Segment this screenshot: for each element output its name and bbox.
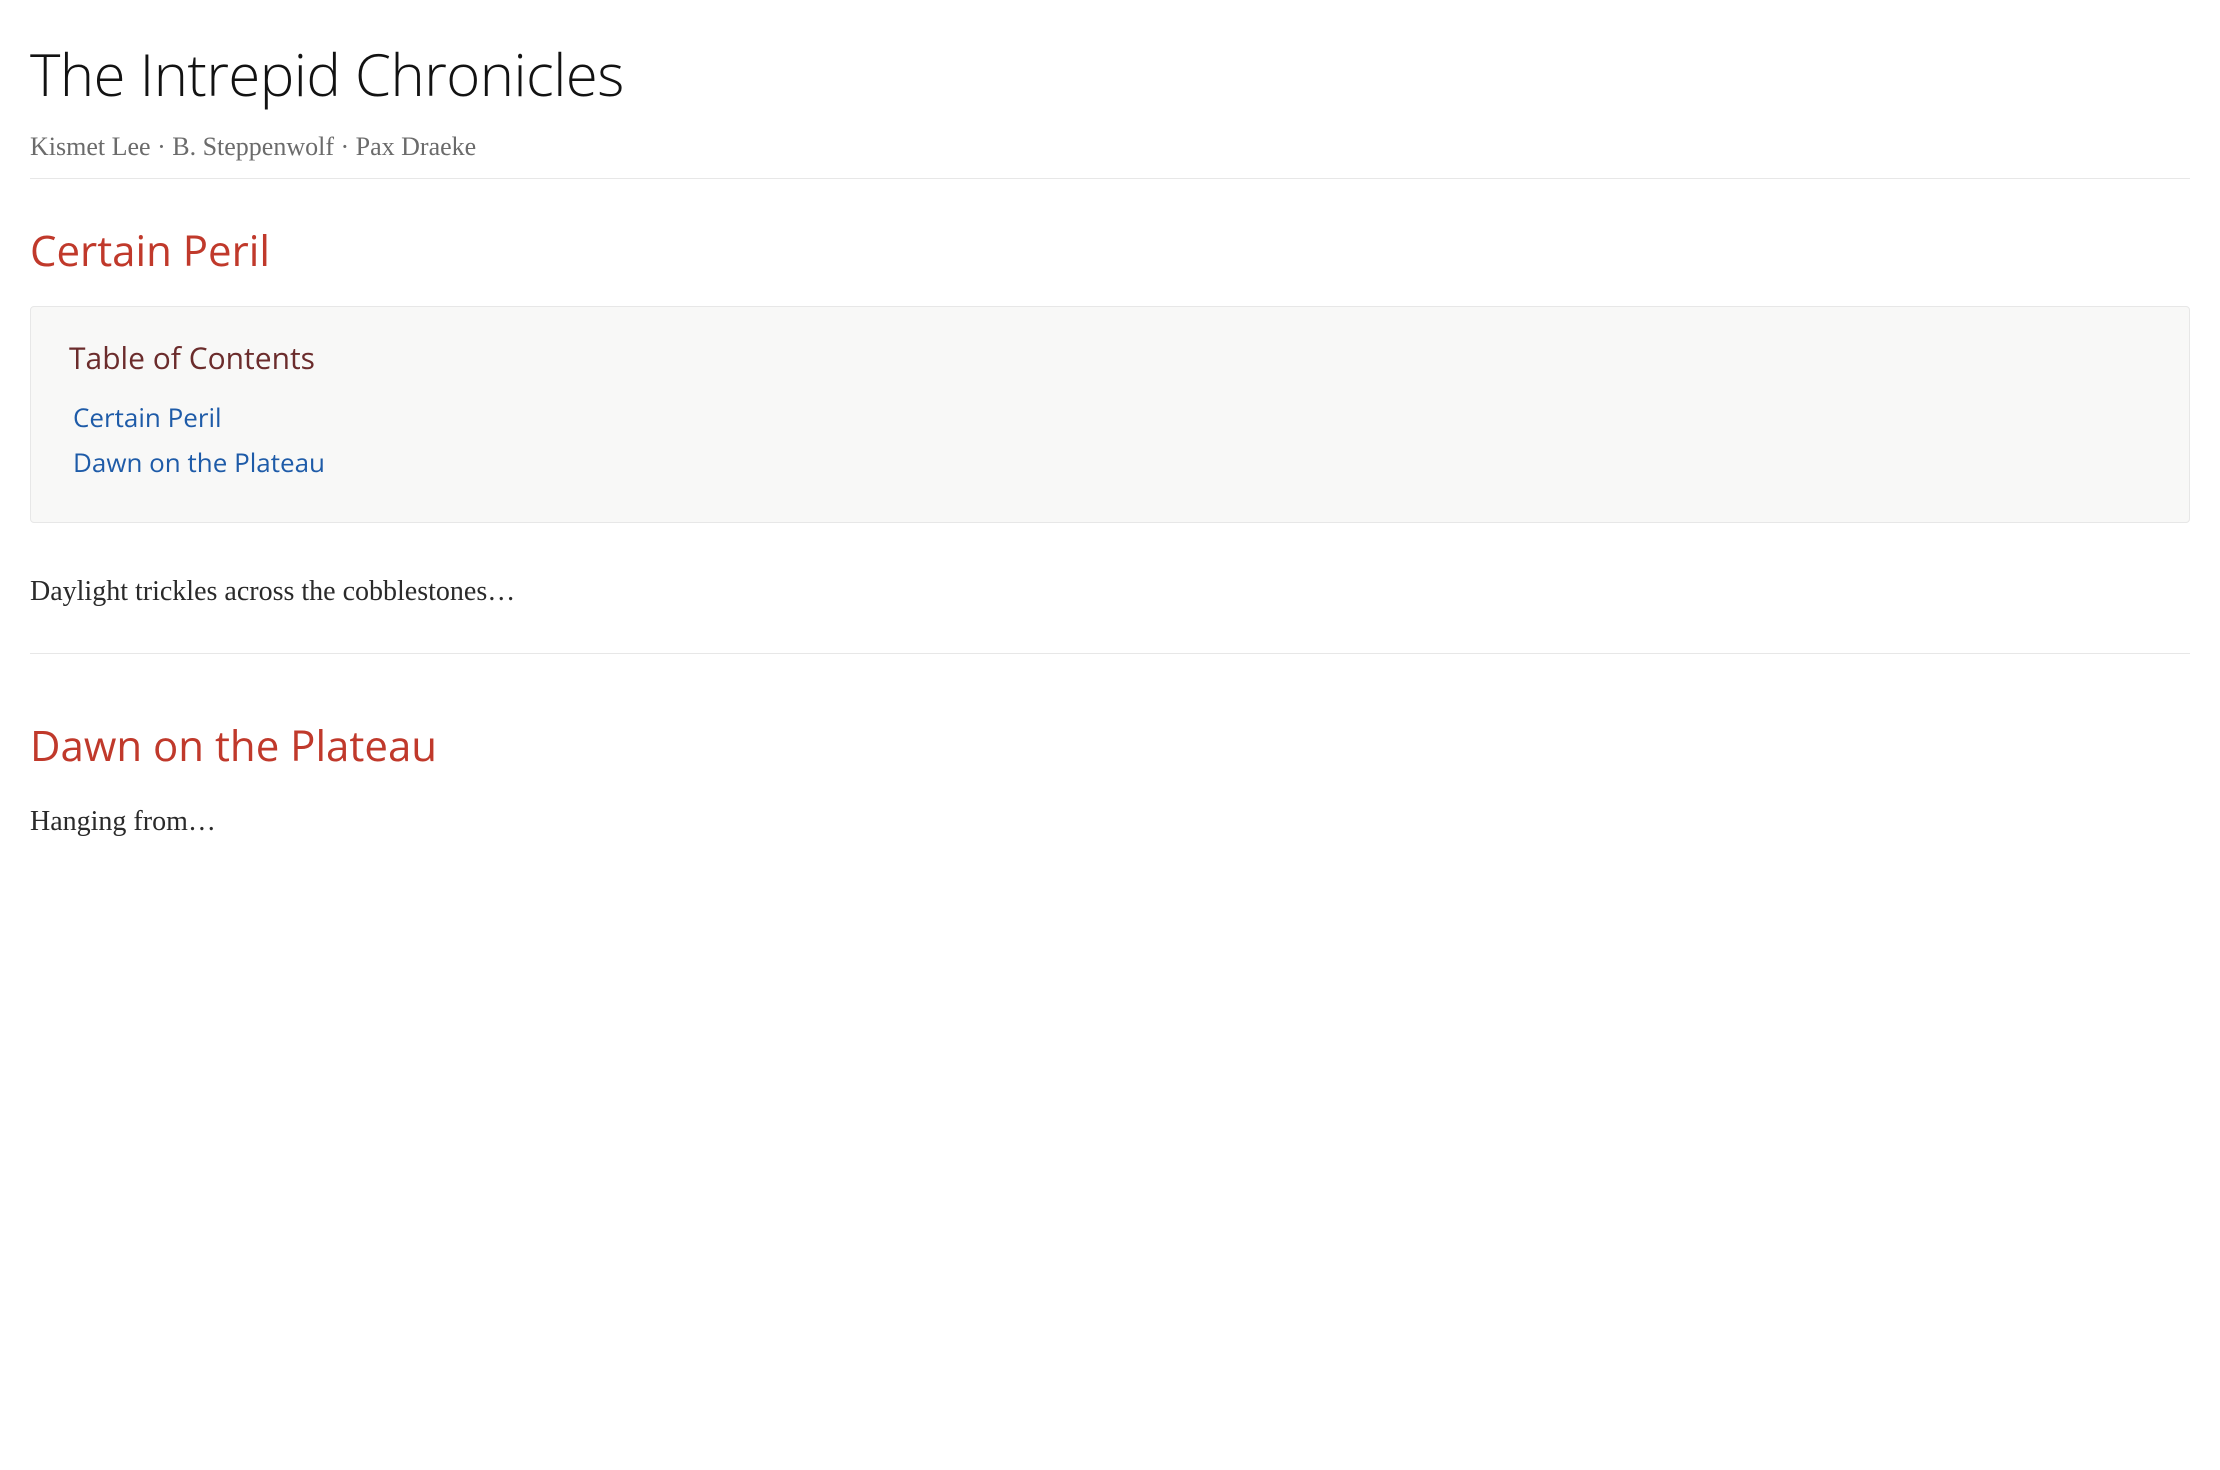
section-body: Daylight trickles across the cobblestone… [30,571,2190,613]
toc-list: Certain Peril Dawn on the Plateau [69,398,2151,482]
section-body: Hanging from… [30,801,2190,843]
toc-link-dawn-on-the-plateau[interactable]: Dawn on the Plateau [73,444,325,480]
toc-item: Dawn on the Plateau [73,443,2151,482]
section-heading: Certain Peril [30,219,2190,282]
section-certain-peril: Certain Peril Table of Contents Certain … [30,219,2190,613]
section-divider [30,653,2190,654]
toc-link-certain-peril[interactable]: Certain Peril [73,399,222,435]
author-line: Kismet Lee · B. Steppenwolf · Pax Draeke [30,127,2190,166]
toc-item: Certain Peril [73,398,2151,437]
table-of-contents: Table of Contents Certain Peril Dawn on … [30,306,2190,523]
section-dawn-on-the-plateau: Dawn on the Plateau Hanging from… [30,714,2190,843]
toc-title: Table of Contents [69,335,2151,380]
section-heading: Dawn on the Plateau [30,714,2190,777]
document-header: The Intrepid Chronicles Kismet Lee · B. … [30,30,2190,179]
document-title: The Intrepid Chronicles [30,30,2190,117]
